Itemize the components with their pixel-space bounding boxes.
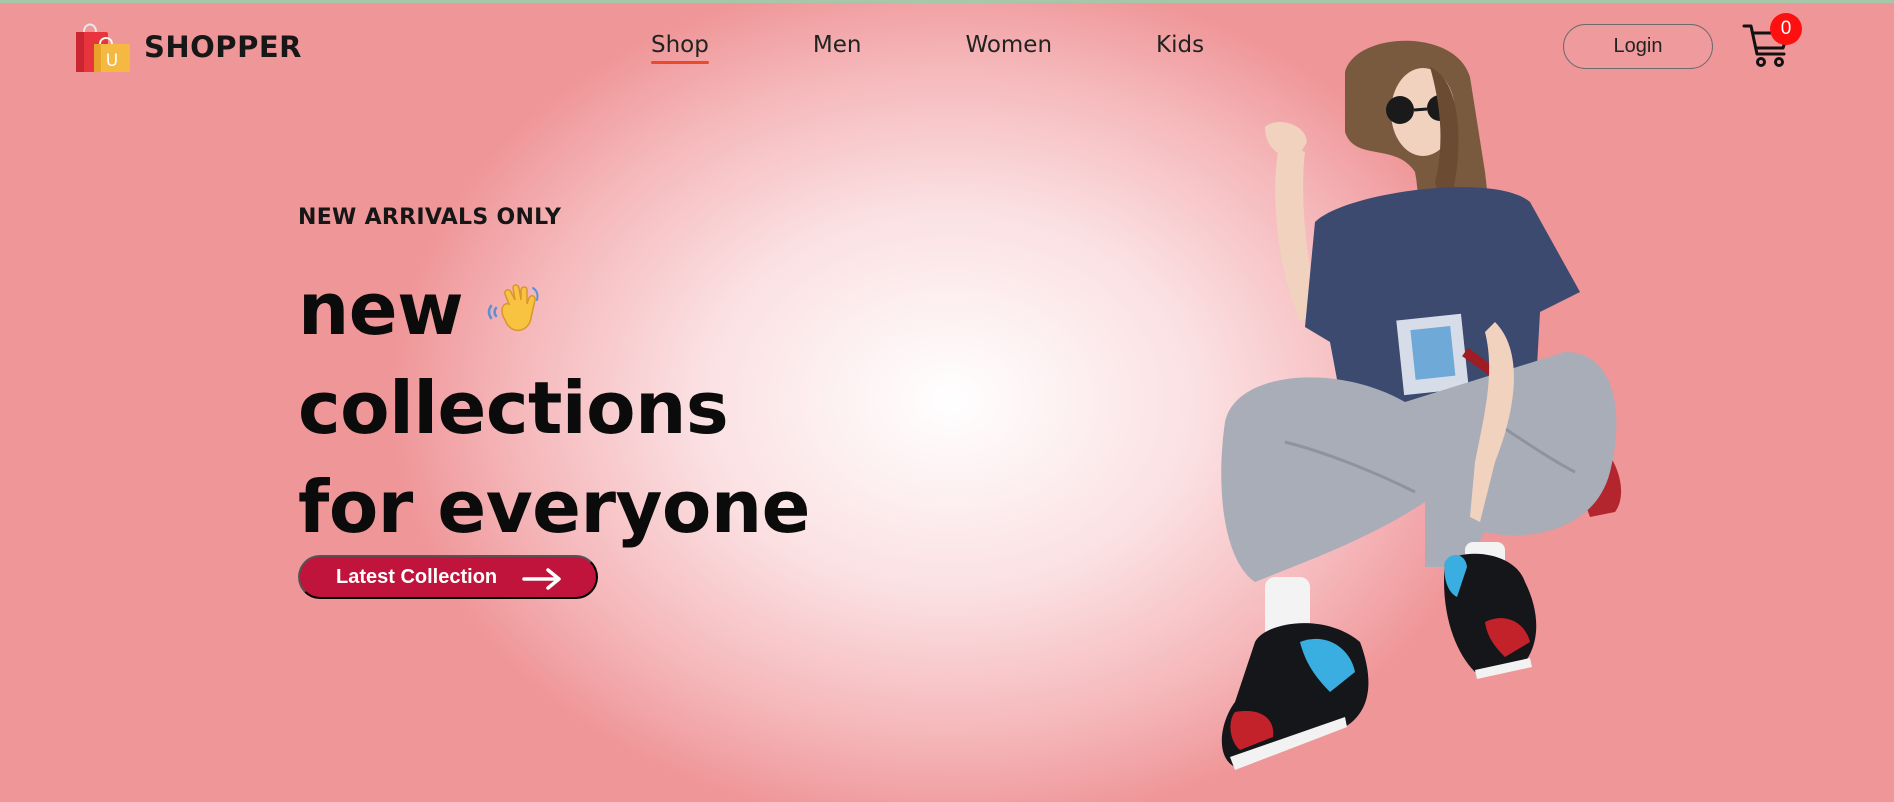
waving-hand-icon [487,283,539,331]
svg-text:U: U [106,51,118,71]
hero-text: NEW ARRIVALS ONLY new collections for ev… [298,205,810,557]
shopping-bag-icon: U [76,23,130,72]
brand-name: SHOPPER [144,30,302,64]
nav-item-men[interactable]: Men [813,32,862,58]
hero-headline: new collections for everyone [298,260,810,557]
logo[interactable]: U SHOPPER [74,20,302,74]
hero-line-1: new [298,267,464,351]
hero-model-image [1221,40,1622,770]
latest-collection-button[interactable]: Latest Collection [298,555,598,599]
main-menu: Shop Men Women Kids [651,32,1204,64]
nav-item-women[interactable]: Women [965,32,1052,58]
hero-eyebrow: NEW ARRIVALS ONLY [298,205,562,230]
arrow-right-icon [522,568,561,590]
latest-collection-label: Latest Collection [336,565,498,588]
hero-line-3: for everyone [298,465,810,549]
hero-line-2: collections [298,366,729,450]
cart-count-badge: 0 [1770,13,1802,45]
nav-item-shop[interactable]: Shop [651,32,709,64]
